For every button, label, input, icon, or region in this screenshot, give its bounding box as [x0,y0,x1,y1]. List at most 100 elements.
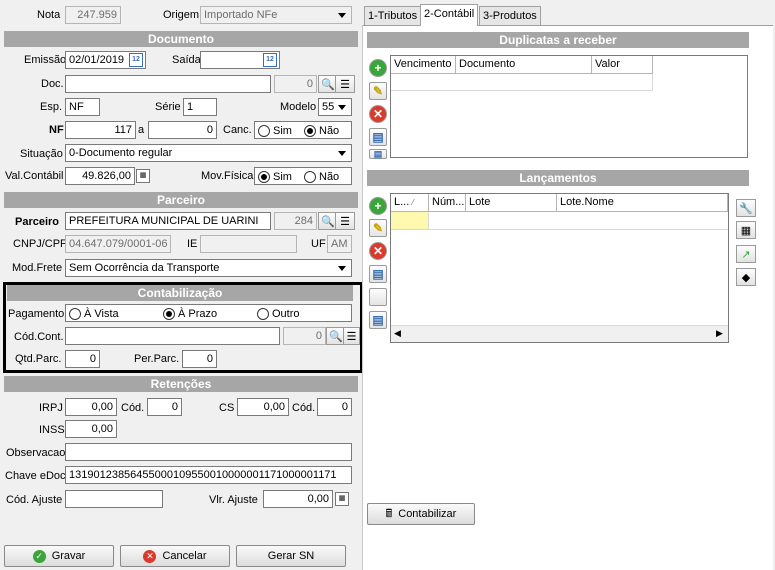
nf-field[interactable]: 117 [65,121,136,139]
table-row[interactable] [429,212,728,230]
irpj-field[interactable]: 0,00 [65,398,117,416]
blank-tool-button[interactable] [369,288,387,306]
list-icon[interactable]: ☰ [343,327,360,345]
codcont-label: Cód.Cont. [14,331,64,343]
cod2-field[interactable]: 0 [317,398,352,416]
doc-number-field[interactable]: 0 [274,75,317,93]
wrench-icon[interactable]: 🔧 [736,199,756,217]
mov-sim-radio[interactable]: Sim [258,170,292,184]
duplicatas-section-header: Duplicatas a receber [367,32,749,48]
parceiro-field[interactable]: PREFEITURA MUNICIPAL DE UARINI [65,212,271,230]
inss-field[interactable]: 0,00 [65,420,117,438]
contabilizacao-section-header: Contabilização [7,285,353,301]
serie-field[interactable]: 1 [183,98,217,116]
cnpj-field[interactable]: 04.647.079/0001-06 [65,235,171,253]
grid-header[interactable]: Vencimento [391,56,456,74]
canc-group: Sim Não [254,121,352,139]
table-row[interactable] [391,74,653,91]
grid-icon[interactable]: ▦ [736,221,756,239]
inss-label: INSS [39,424,65,436]
eraser-icon[interactable]: ◆ [736,268,756,286]
origem-select[interactable]: Importado NFe [200,6,352,24]
qtdparc-field[interactable]: 0 [65,350,100,368]
pagamento-vista-radio[interactable]: À Vista [69,307,119,321]
cancelar-button[interactable]: ✕ Cancelar [120,545,230,567]
calendar-icon[interactable]: 12 [129,53,143,67]
calculator-icon[interactable]: ▦ [136,169,150,183]
tab-tributos[interactable]: 1-Tributos [364,6,422,25]
grid-header[interactable]: Documento [456,56,592,74]
pagamento-outro-radio[interactable]: Outro [257,307,300,321]
parceiro-code-field[interactable]: 284 [274,212,317,230]
codcont-field[interactable] [65,327,280,345]
nf-to-field[interactable]: 0 [148,121,217,139]
grid-header[interactable]: Valor [592,56,653,74]
mov-nao-radio[interactable]: Não [304,170,339,184]
tab-produtos[interactable]: 3-Produtos [479,6,541,25]
edit-icon[interactable]: ✎ [369,82,387,100]
grid-header[interactable]: Lote [466,194,557,212]
pagamento-prazo-radio[interactable]: À Prazo [163,307,217,321]
gravar-button[interactable]: ✓ Gravar [4,545,114,567]
situacao-select[interactable]: 0-Documento regular [65,144,352,162]
export-icon[interactable]: ↗ [736,245,756,263]
table-icon[interactable]: ▤ [369,265,387,283]
selected-cell[interactable] [391,212,429,230]
calculator-icon[interactable]: ▦ [335,492,349,506]
documento-section-header: Documento [4,31,358,47]
horizontal-scrollbar[interactable]: ◀ ▶ [391,325,728,342]
contabilizar-button[interactable]: 🖩 Contabilizar [367,503,475,525]
nota-field[interactable]: 247.959 [65,6,121,24]
tab-contabil[interactable]: 2-Contábil [420,4,479,26]
nota-label: Nota [37,9,61,21]
perparc-field[interactable]: 0 [182,350,217,368]
duplicatas-grid[interactable]: Vencimento Documento Valor [390,55,748,158]
gerar-sn-button[interactable]: Gerar SN [236,545,346,567]
cod2-label: Cód. [292,402,316,414]
uf-field[interactable]: AM [327,235,352,253]
cnpj-label: CNPJ/CPF [13,238,67,250]
vlrajuste-label: Vlr. Ajuste [209,494,258,506]
scroll-right-icon[interactable]: ▶ [716,328,723,339]
list-icon[interactable]: ☰ [335,75,355,93]
add-icon[interactable]: + [369,59,387,77]
vlrajuste-field[interactable]: 0,00 [263,490,333,508]
esp-field[interactable]: NF [65,98,100,116]
observacao-field[interactable] [65,443,352,461]
modelo-select[interactable]: 55 [318,98,352,116]
qtdparc-label: Qtd.Parc. [15,353,62,365]
calculator-icon: 🖩 [385,507,393,520]
delete-icon[interactable]: ✕ [369,105,387,123]
chave-edoc-field[interactable]: 1319012385645500010955001000000117100000… [65,466,352,484]
cs-field[interactable]: 0,00 [237,398,289,416]
delete-icon[interactable]: ✕ [369,242,387,260]
canc-sim-radio[interactable]: Sim [258,124,292,138]
observacao-label: Observacao [6,447,66,459]
saida-label: Saída [172,54,201,66]
pagamento-group: À Vista À Prazo Outro [65,304,352,322]
valcontabil-field[interactable]: 49.826,00 [65,167,135,185]
doc-field[interactable] [65,75,271,93]
ie-label: IE [187,238,198,250]
edit-icon[interactable]: ✎ [369,219,387,237]
calendar-icon[interactable]: 12 [263,53,277,67]
scroll-left-icon[interactable]: ◀ [394,328,401,339]
table-icon[interactable]: ▤ [369,128,387,146]
grid-header[interactable]: Lote.Nome [557,194,728,212]
grid-header[interactable]: Núm... [429,194,466,212]
codajuste-field[interactable] [65,490,163,508]
cod1-field[interactable]: 0 [147,398,182,416]
movfisica-label: Mov.Física [201,170,254,182]
canc-nao-radio[interactable]: Não [304,124,339,138]
codcont-number-field[interactable]: 0 [283,327,326,345]
list-icon[interactable]: ☰ [335,212,355,230]
modfrete-select[interactable]: Sem Ocorrência da Transporte [65,259,352,277]
nf-label: NF [49,124,64,136]
form-icon[interactable]: ▤ [369,149,387,159]
form-icon[interactable]: ▤ [369,311,387,329]
grid-header[interactable]: L... ⁄ [391,194,429,212]
lancamentos-grid[interactable]: L... ⁄ Núm... Lote Lote.Nome ◀ ▶ [390,193,729,343]
esp-label: Esp. [40,101,63,113]
add-icon[interactable]: + [369,197,387,215]
ie-field[interactable] [200,235,297,253]
